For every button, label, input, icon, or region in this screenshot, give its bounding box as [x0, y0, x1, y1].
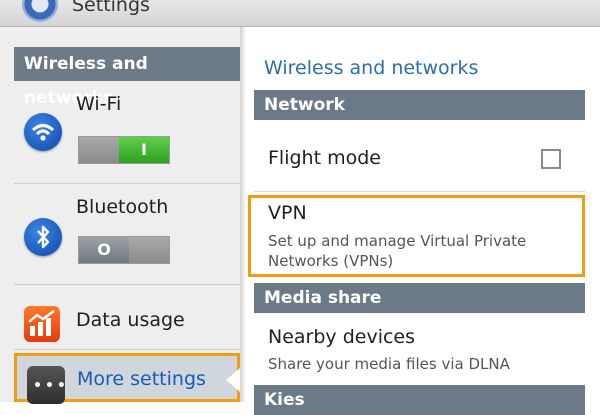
nearby-devices-description: Share your media files via DLNA [268, 355, 510, 373]
wifi-toggle[interactable]: I [78, 136, 170, 164]
sidebar-header: Wireless and networks [14, 47, 240, 108]
category-header-kies: Kies [254, 385, 585, 415]
flight-mode-label: Flight mode [268, 147, 381, 169]
category-header-media-share: Media share [254, 283, 585, 313]
divider [254, 191, 585, 192]
app-title: Settings [72, 0, 150, 16]
pane-shadow [240, 27, 246, 402]
vpn-label: VPN [268, 202, 307, 224]
divider [14, 349, 240, 350]
vpn-row[interactable]: VPN Set up and manage Virtual Private Ne… [254, 195, 585, 277]
category-header-network: Network [254, 90, 585, 120]
sidebar-item-label: Data usage [76, 309, 185, 331]
sidebar-item-label: Bluetooth [76, 196, 169, 218]
main-pane: Wireless and networks Network Flight mod… [248, 27, 600, 415]
flight-mode-row[interactable]: Flight mode [254, 121, 585, 191]
sidebar-item-label: More settings [77, 368, 206, 390]
more-settings-icon: ••• [27, 366, 66, 404]
sidebar-item-label: Wi-Fi [76, 93, 122, 115]
flight-mode-checkbox[interactable] [541, 149, 561, 169]
nearby-devices-label: Nearby devices [268, 326, 416, 348]
toggle-off-knob: O [79, 237, 129, 263]
sidebar-item-more-settings[interactable]: ••• More settings [14, 353, 240, 404]
more-dots: ••• [33, 378, 69, 394]
selection-pointer [226, 368, 240, 392]
sidebar-item-wifi[interactable]: Wi-Fi I [14, 83, 240, 183]
settings-gear-icon [22, 0, 58, 22]
vpn-description-line1: Set up and manage Virtual Private [268, 232, 527, 250]
page-title: Wireless and networks [264, 57, 479, 79]
sidebar: Wireless and networks Wi-Fi I Bluetooth … [0, 27, 240, 404]
bluetooth-toggle[interactable]: O [78, 236, 170, 264]
nearby-devices-row[interactable]: Nearby devices Share your media files vi… [254, 314, 585, 380]
wifi-icon [24, 113, 62, 151]
toggle-on-knob: I [119, 137, 169, 163]
action-bar: Settings [0, 0, 600, 27]
vpn-description-line2: Networks (VPNs) [268, 252, 394, 270]
data-usage-icon [24, 306, 60, 342]
bluetooth-icon [24, 218, 62, 256]
sidebar-item-bluetooth[interactable]: Bluetooth O [14, 184, 240, 284]
